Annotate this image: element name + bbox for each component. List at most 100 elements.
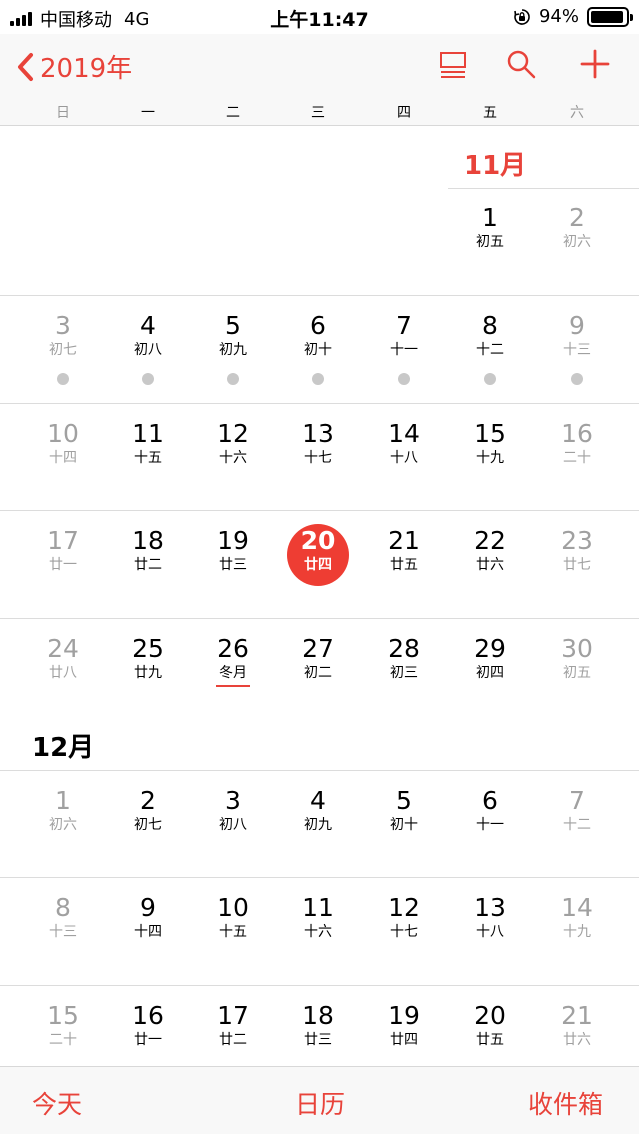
lunar-date: 廿三 (304, 1032, 332, 1048)
day-cell[interactable]: 13 十七 (276, 419, 360, 519)
day-number: 8 (482, 311, 498, 340)
day-cell[interactable]: 21 廿五 (362, 526, 446, 626)
day-cell[interactable]: 26 冬月 (191, 634, 275, 734)
day-cell[interactable]: 7 十一 (362, 311, 446, 411)
day-cell[interactable]: 11 十五 (106, 419, 190, 519)
day-cell[interactable]: 3 初八 (191, 786, 275, 886)
day-number: 18 (132, 526, 164, 555)
calendar-month-view[interactable]: 11月 1 初五 2 初六 3 初七 4 初八 5 初九 6 初十 7 十一 8 十二 9 十三 10 十四 11 十五 12… (0, 127, 639, 1065)
weekday-label: 三 (311, 105, 325, 121)
day-number: 24 (47, 634, 79, 663)
status-bar: 中国移动 4G 上午11:47 94% (0, 0, 639, 34)
day-cell[interactable]: 25 廿九 (106, 634, 190, 734)
day-cell[interactable]: 15 二十 (21, 1001, 105, 1065)
lunar-date: 初二 (304, 665, 332, 681)
day-cell[interactable]: 7 十二 (535, 786, 619, 886)
day-cell[interactable]: 18 廿二 (106, 526, 190, 626)
day-cell[interactable]: 8 十二 (448, 311, 532, 411)
inbox-button[interactable]: 收件箱 (528, 1085, 603, 1121)
search-icon[interactable] (505, 48, 537, 80)
day-number: 19 (217, 526, 249, 555)
lunar-date: 初五 (563, 665, 591, 681)
day-cell[interactable]: 24 廿八 (21, 634, 105, 734)
day-cell[interactable]: 20 廿五 (448, 1001, 532, 1065)
day-cell[interactable]: 14 十九 (535, 893, 619, 993)
lunar-date: 十六 (219, 450, 247, 466)
weekday-label: 六 (570, 105, 584, 121)
day-cell[interactable]: 10 十四 (21, 419, 105, 519)
day-cell[interactable]: 23 廿七 (535, 526, 619, 626)
day-cell[interactable]: 5 初九 (191, 311, 275, 411)
day-cell[interactable]: 15 十九 (448, 419, 532, 519)
day-number: 11 (302, 893, 334, 922)
list-icon[interactable] (437, 48, 469, 80)
battery-fill (591, 10, 623, 23)
day-number: 13 (302, 419, 334, 448)
day-cell[interactable]: 27 初二 (276, 634, 360, 734)
lunar-date: 初六 (563, 234, 591, 250)
day-cell[interactable]: 28 初三 (362, 634, 446, 734)
day-cell[interactable]: 18 廿三 (276, 1001, 360, 1065)
day-cell[interactable]: 4 初九 (276, 786, 360, 886)
day-cell[interactable]: 19 廿三 (191, 526, 275, 626)
day-cell[interactable]: 11 十六 (276, 893, 360, 993)
day-cell[interactable]: 9 十三 (535, 311, 619, 411)
event-dot (484, 373, 496, 385)
event-dot (571, 373, 583, 385)
event-dot (312, 373, 324, 385)
day-cell[interactable]: 5 初十 (362, 786, 446, 886)
day-cell-today[interactable]: 20 廿四 (276, 524, 360, 626)
day-cell[interactable]: 19 廿四 (362, 1001, 446, 1065)
day-number: 7 (396, 311, 412, 340)
battery-percent: 94% (538, 6, 579, 27)
day-cell[interactable]: 13 十八 (448, 893, 532, 993)
lunar-date: 廿九 (134, 665, 162, 681)
day-cell[interactable]: 8 十三 (21, 893, 105, 993)
day-cell[interactable]: 2 初六 (535, 203, 619, 303)
day-cell[interactable]: 2 初七 (106, 786, 190, 886)
day-cell[interactable]: 22 廿六 (448, 526, 532, 626)
day-number: 6 (482, 786, 498, 815)
day-cell[interactable]: 9 十四 (106, 893, 190, 993)
day-number: 30 (561, 634, 593, 663)
weekday-label: 四 (397, 105, 411, 121)
day-number: 16 (132, 1001, 164, 1030)
day-cell[interactable]: 12 十六 (191, 419, 275, 519)
lunar-date: 初九 (219, 342, 247, 358)
back-label: 2019年 (40, 54, 133, 84)
day-cell[interactable]: 6 十一 (448, 786, 532, 886)
day-number: 14 (561, 893, 593, 922)
week-separator (448, 188, 639, 189)
day-cell[interactable]: 10 十五 (191, 893, 275, 993)
day-number: 29 (474, 634, 506, 663)
day-cell[interactable]: 1 初五 (448, 203, 532, 303)
day-cell[interactable]: 17 廿二 (191, 1001, 275, 1065)
lunar-month-underline (216, 685, 250, 687)
lunar-date: 初七 (49, 342, 77, 358)
lunar-date: 初三 (390, 665, 418, 681)
day-number: 21 (561, 1001, 593, 1030)
day-cell[interactable]: 3 初七 (21, 311, 105, 411)
day-cell[interactable]: 29 初四 (448, 634, 532, 734)
back-button[interactable]: 2019年 (16, 48, 132, 85)
day-cell[interactable]: 21 廿六 (535, 1001, 619, 1065)
calendars-button[interactable]: 日历 (295, 1085, 345, 1121)
day-cell[interactable]: 16 二十 (535, 419, 619, 519)
weekday-label: 二 (226, 105, 240, 121)
day-number: 2 (140, 786, 156, 815)
lunar-date: 十九 (563, 924, 591, 940)
day-cell[interactable]: 14 十八 (362, 419, 446, 519)
lunar-date: 十八 (390, 450, 418, 466)
day-cell[interactable]: 30 初五 (535, 634, 619, 734)
day-cell[interactable]: 4 初八 (106, 311, 190, 411)
day-cell[interactable]: 17 廿一 (21, 526, 105, 626)
today-button[interactable]: 今天 (32, 1085, 82, 1121)
day-cell[interactable]: 1 初六 (21, 786, 105, 886)
day-cell[interactable]: 12 十七 (362, 893, 446, 993)
day-cell[interactable]: 6 初十 (276, 311, 360, 411)
weekday-header: 日一二三四五六 (0, 98, 639, 126)
day-number: 17 (217, 1001, 249, 1030)
day-cell[interactable]: 16 廿一 (106, 1001, 190, 1065)
add-icon[interactable] (579, 48, 611, 80)
day-number: 25 (132, 634, 164, 663)
